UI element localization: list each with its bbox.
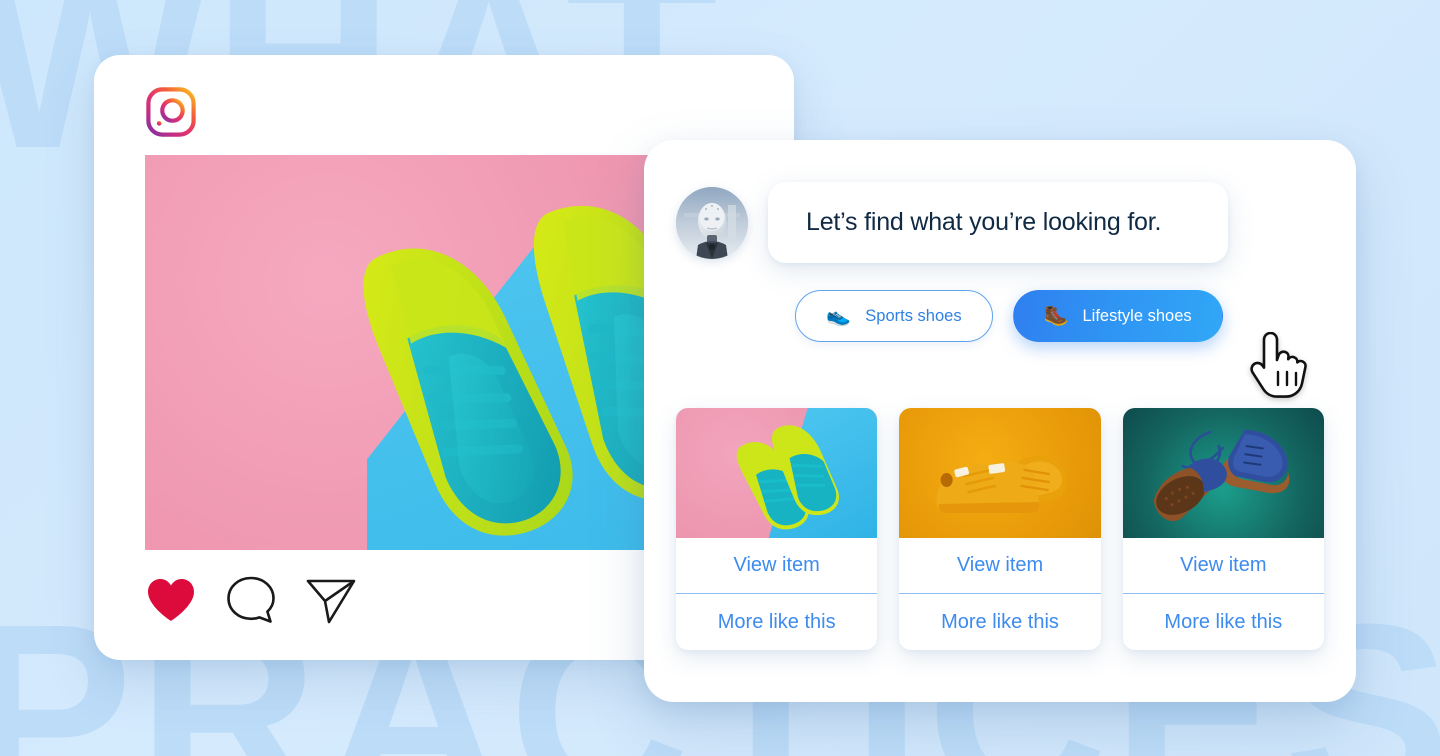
view-item-link[interactable]: View item xyxy=(899,538,1101,594)
more-like-this-link[interactable]: More like this xyxy=(1123,594,1324,650)
product-card-grid: View item More like this View item More … xyxy=(676,408,1324,650)
product-card: View item More like this xyxy=(1122,408,1324,650)
ai-assistant-avatar xyxy=(676,186,748,259)
assistant-message-row: Let’s find what you’re looking for. xyxy=(676,182,1228,263)
instagram-logo[interactable] xyxy=(145,86,197,138)
product-card: View item More like this xyxy=(899,408,1101,650)
share-icon[interactable] xyxy=(305,574,357,626)
product-image xyxy=(1122,408,1324,538)
ai-assistant-panel: Let’s find what you’re looking for. 👟 Sp… xyxy=(644,140,1356,702)
chip-sports-shoes[interactable]: 👟 Sports shoes xyxy=(795,290,993,342)
chip-sports-shoes-label: Sports shoes xyxy=(865,306,962,325)
sneaker-emoji: 👟 xyxy=(826,305,852,327)
chip-lifestyle-shoes[interactable]: 🥾 Lifestyle shoes xyxy=(1012,290,1223,342)
comment-icon[interactable] xyxy=(225,574,277,626)
assistant-message-bubble: Let’s find what you’re looking for. xyxy=(768,182,1228,263)
more-like-this-link[interactable]: More like this xyxy=(899,594,1100,650)
more-like-this-link[interactable]: More like this xyxy=(676,594,877,650)
product-image xyxy=(899,408,1101,538)
boot-emoji: 🥾 xyxy=(1043,305,1069,327)
chip-lifestyle-shoes-label: Lifestyle shoes xyxy=(1082,306,1192,325)
view-item-link[interactable]: View item xyxy=(1122,538,1324,594)
product-image xyxy=(676,408,878,538)
category-chip-row: 👟 Sports shoes 🥾 Lifestyle shoes xyxy=(644,290,1356,342)
like-icon[interactable] xyxy=(145,574,197,626)
instagram-action-bar xyxy=(145,574,357,626)
product-card: View item More like this xyxy=(676,408,878,650)
view-item-link[interactable]: View item xyxy=(676,538,878,594)
